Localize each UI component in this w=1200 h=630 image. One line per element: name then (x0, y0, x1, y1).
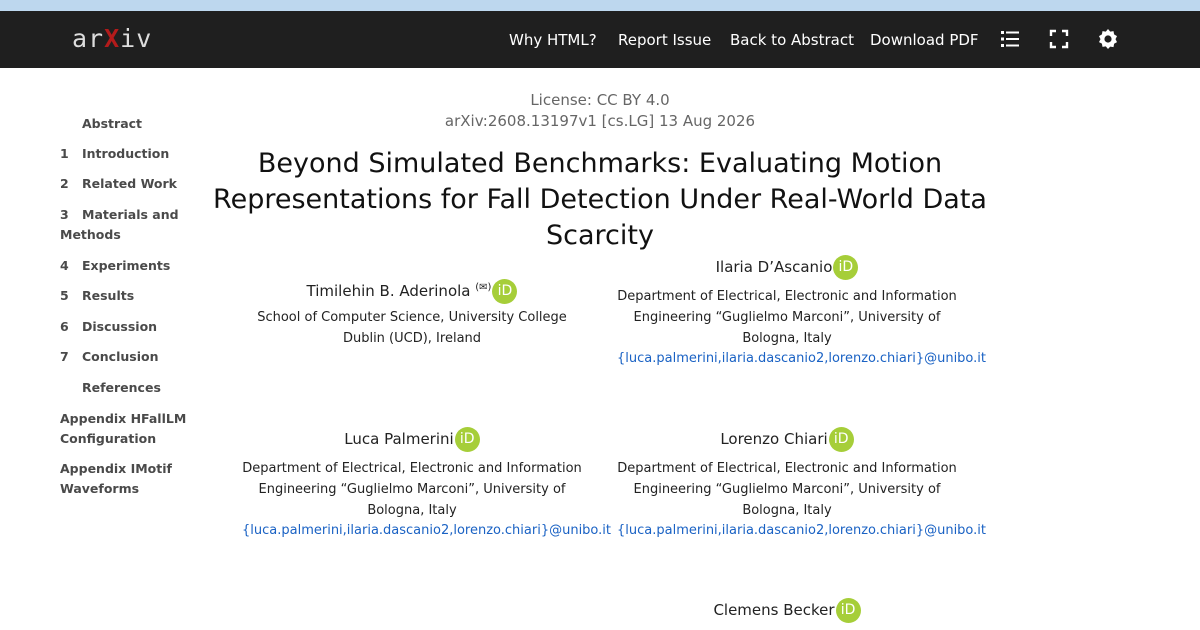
author-name: Ilaria D’Ascanio (715, 258, 833, 276)
orcid-icon[interactable]: iD (454, 427, 480, 452)
author-affiliation: Department of Electrical, Electronic and… (617, 461, 957, 518)
top-navbar: arXiv Why HTML? Report Issue Back to Abs… (0, 11, 1200, 68)
author-affiliation: School of Computer Science, University C… (257, 310, 567, 346)
why-html-link[interactable]: Why HTML? (509, 31, 597, 49)
orcid-icon[interactable]: iD (835, 598, 861, 623)
paper-title: Beyond Simulated Benchmarks: Evaluating … (200, 146, 1000, 254)
corresponding-author-mark: (✉) (475, 282, 492, 293)
browser-strip (0, 0, 1200, 11)
author-name: Luca Palmerini (344, 430, 454, 448)
paper-title-line-2: Representations for Fall Detection Under… (213, 184, 987, 251)
author-block: Timilehin B. Aderinola (✉) iD School of C… (242, 275, 582, 349)
report-issue-link[interactable]: Report Issue (618, 31, 711, 49)
author-affiliation: Department of Electrical, Electronic and… (242, 461, 582, 518)
license-text: License: CC BY 4.0 (530, 91, 670, 109)
settings-icon[interactable] (1097, 28, 1119, 50)
toc-appendix-h[interactable]: Appendix HFallLM Configuration (60, 409, 210, 449)
author-email[interactable]: {luca.palmerini,ilaria.dascanio2,lorenzo… (617, 349, 986, 369)
list-icon[interactable] (999, 28, 1021, 50)
author-email[interactable]: {luca.palmerini,ilaria.dascanio2,lorenzo… (617, 521, 986, 541)
orcid-icon[interactable]: iD (833, 255, 859, 280)
orcid-icon[interactable]: iD (828, 427, 854, 452)
author-name: Lorenzo Chiari (720, 430, 828, 448)
author-name: Clemens Becker (713, 601, 835, 619)
arxiv-logo[interactable]: arXiv (72, 24, 152, 53)
author-affiliation: Department of Electrical, Electronic and… (617, 289, 957, 346)
fullscreen-icon[interactable] (1048, 28, 1070, 50)
toc-appendix-i[interactable]: Appendix IMotif Waveforms (60, 459, 210, 499)
author-name: Timilehin B. Aderinola (306, 282, 471, 300)
author-block: Ilaria D’Ascanio iD Department of Electri… (617, 254, 986, 369)
back-to-abstract-link[interactable]: Back to Abstract (730, 31, 854, 49)
toc-materials-methods[interactable]: 3 Materials and Methods (60, 205, 210, 245)
author-block: Clemens Becker iD (617, 597, 957, 623)
author-block: Lorenzo Chiari iD Department of Electrica… (617, 426, 986, 541)
orcid-icon[interactable]: iD (492, 279, 518, 304)
download-pdf-link[interactable]: Download PDF (870, 31, 979, 49)
paper-title-line-1: Beyond Simulated Benchmarks: Evaluating … (257, 148, 943, 179)
arxiv-identifier: arXiv:2608.13197v1 [cs.LG] 13 Aug 2026 (444, 112, 756, 130)
author-block: Luca Palmerini iD Department of Electrica… (242, 426, 611, 541)
author-email[interactable]: {luca.palmerini,ilaria.dascanio2,lorenzo… (242, 521, 611, 541)
